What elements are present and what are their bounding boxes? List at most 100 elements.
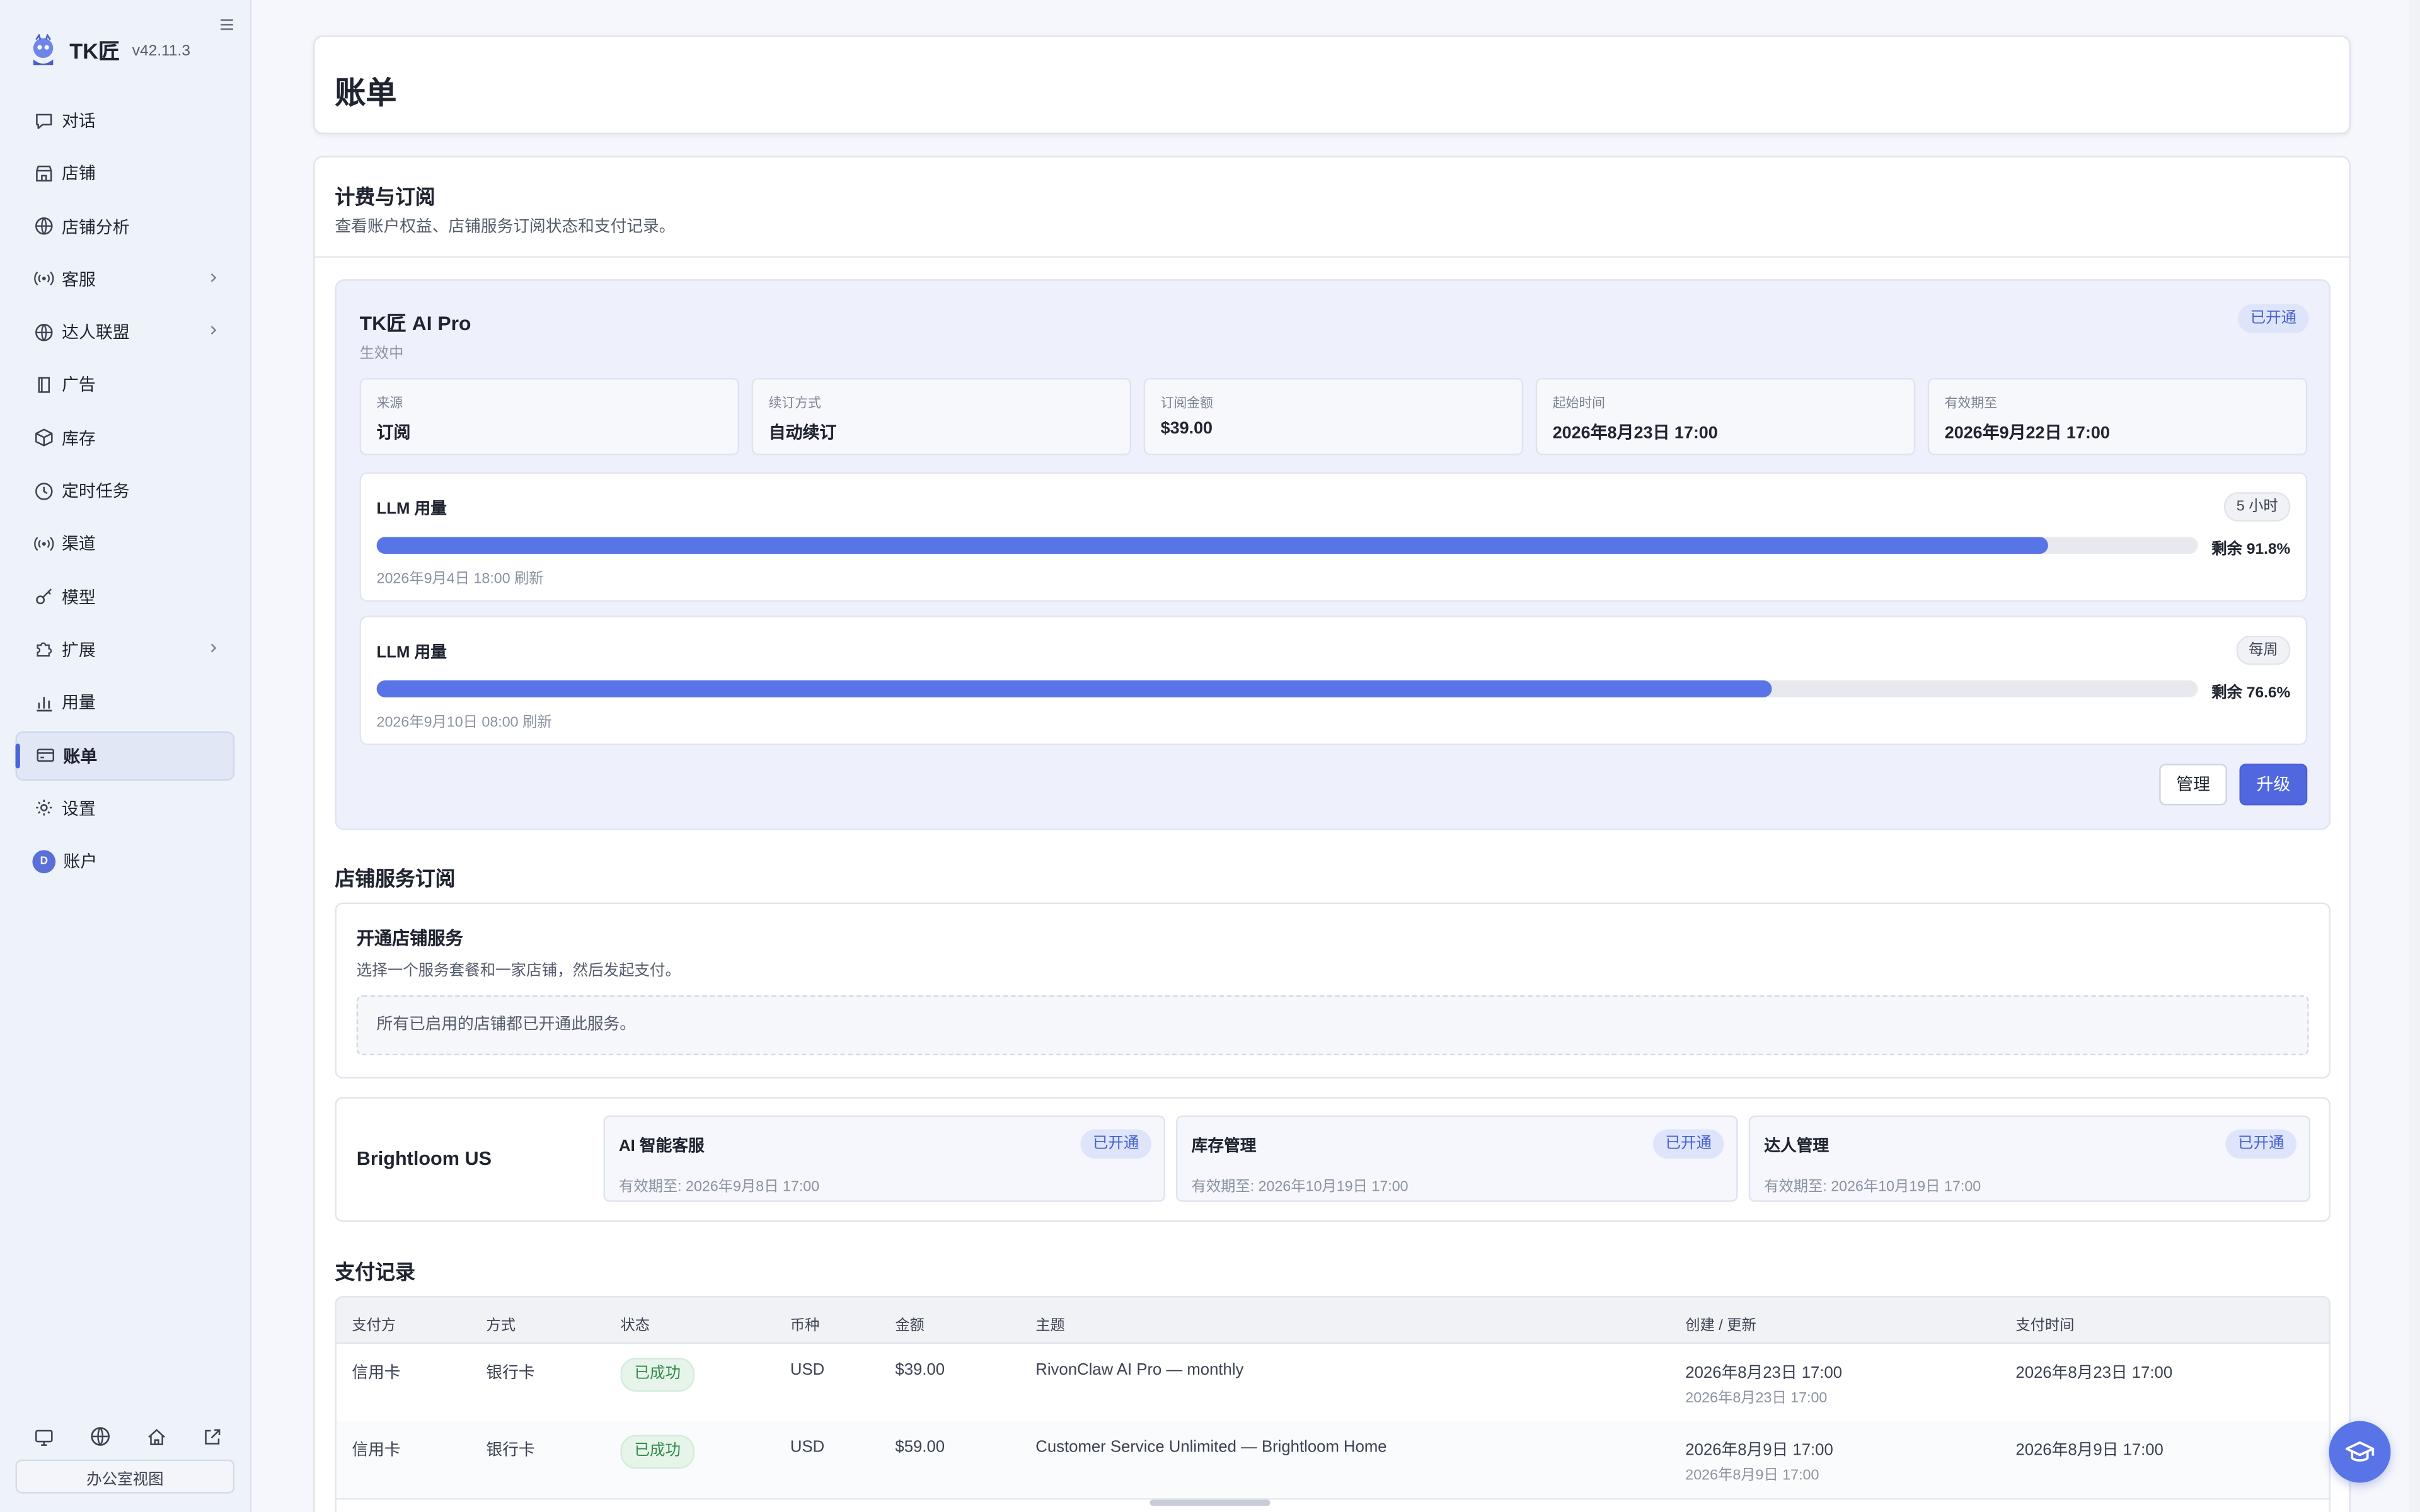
sidebar-item-account[interactable]: D 账户	[15, 837, 234, 886]
cell-subject: Customer Service Unlimited — Brightloom …	[1035, 1438, 1387, 1457]
page-title-card: 账单	[313, 35, 2351, 135]
store-name: Brightloom US	[356, 1148, 492, 1170]
home-icon[interactable]	[144, 1424, 169, 1448]
sidebar-footer-icons	[31, 1424, 226, 1448]
sidebar-item-label: 扩展	[61, 641, 96, 661]
horizontal-scrollbar[interactable]	[1150, 1499, 1270, 1506]
info-value: 2026年9月22日 17:00	[1944, 424, 2110, 443]
store-row: Brightloom US AI 智能客服 已开通 有效期至: 2026年9月8…	[335, 1097, 2331, 1222]
table-row[interactable]: 信用卡 银行卡 已成功 USD $39.00 RivonClaw AI Pro …	[336, 1344, 2329, 1423]
clock-icon	[32, 480, 54, 501]
table-row[interactable]: 信用卡 银行卡 已成功 USD $59.00 Customer Service …	[336, 1421, 2329, 1500]
info-value: 自动续订	[768, 424, 837, 443]
usage-progress-track	[376, 537, 2198, 554]
info-value: 2026年8月23日 17:00	[1552, 424, 1718, 443]
info-label: 订阅金额	[1160, 394, 1213, 411]
sidebar-item-customer-service[interactable]: 客服	[15, 255, 234, 304]
book-icon	[32, 374, 54, 396]
usage-remaining: 剩余 91.8%	[2211, 541, 2291, 559]
sidebar-item-label: 店铺	[61, 165, 96, 185]
sidebar-item-store[interactable]: 店铺	[15, 149, 234, 198]
service-name: 达人管理	[1764, 1137, 1829, 1156]
sidebar-item-usage[interactable]: 用量	[15, 678, 234, 727]
info-box-renewal: 续订方式 自动续订	[751, 378, 1132, 455]
usage-title: LLM 用量	[376, 500, 447, 518]
office-view-button[interactable]: 办公室视图	[15, 1459, 235, 1494]
sidebar-item-label: 客服	[61, 271, 96, 290]
cell-created: 2026年8月23日 17:00	[1685, 1363, 1843, 1383]
billing-heading: 计费与订阅	[335, 185, 435, 209]
gear-icon	[32, 798, 54, 819]
usage-window-tag: 每周	[2236, 635, 2291, 665]
upgrade-button[interactable]: 升级	[2239, 764, 2308, 806]
info-box-source: 来源 订阅	[359, 378, 740, 455]
column-header: 主题	[1035, 1317, 1065, 1335]
sidebar-item-affiliate[interactable]: 达人联盟	[15, 307, 234, 357]
status-badge: 已开通	[1652, 1129, 1724, 1159]
credit-card-icon	[34, 745, 55, 766]
cell-currency: USD	[790, 1438, 825, 1457]
sidebar-item-models[interactable]: 模型	[15, 572, 234, 621]
column-header: 状态	[620, 1317, 650, 1335]
open-service-description: 选择一个服务套餐和一家店铺，然后发起支付。	[356, 963, 681, 980]
cell-amount: $59.00	[895, 1438, 945, 1457]
column-header: 创建 / 更新	[1685, 1317, 1756, 1335]
chevron-right-icon	[210, 643, 217, 653]
status-badge: 已成功	[620, 1358, 695, 1392]
usage-panel-5h: LLM 用量 5 小时 剩余 91.8% 2026年9月4日 18:00 刷新	[359, 472, 2308, 602]
logo-icon	[33, 33, 54, 66]
sidebar-item-inventory[interactable]: 库存	[15, 413, 234, 462]
plan-name: TK匠 AI Pro	[359, 311, 471, 335]
sidebar-item-label: 渠道	[61, 536, 96, 555]
sidebar-item-channels[interactable]: 渠道	[15, 519, 234, 568]
help-button[interactable]	[2329, 1421, 2391, 1483]
table-header: 支付方 方式 状态 币种 金额 主题 创建 / 更新 支付时间	[336, 1297, 2329, 1344]
service-card: AI 智能客服 已开通 有效期至: 2026年9月8日 17:00	[603, 1115, 1165, 1202]
usage-title: LLM 用量	[376, 643, 447, 662]
cell-payer: 信用卡	[352, 1363, 401, 1383]
column-header: 金额	[895, 1317, 925, 1335]
sidebar-item-settings[interactable]: 设置	[15, 784, 234, 833]
service-name: 库存管理	[1191, 1137, 1257, 1156]
cell-created: 2026年8月9日 17:00	[1685, 1441, 1833, 1460]
puzzle-icon	[32, 639, 54, 660]
globe-icon[interactable]	[88, 1424, 112, 1448]
service-card: 达人管理 已开通 有效期至: 2026年10月19日 17:00	[1748, 1115, 2311, 1202]
chevron-right-icon	[210, 273, 217, 282]
sidebar-nav: 对话 店铺 店铺分析 客服 达人联盟 广告 库存 定时任务 渠道 模型 扩展 用…	[15, 96, 235, 890]
service-expiry: 有效期至: 2026年9月8日 17:00	[619, 1179, 820, 1196]
monitor-icon[interactable]	[31, 1424, 55, 1448]
bar-chart-icon	[32, 692, 54, 713]
sidebar-item-label: 设置	[61, 800, 96, 820]
sidebar-item-billing[interactable]: 账单	[15, 730, 235, 781]
sidebar-item-extensions[interactable]: 扩展	[15, 625, 234, 674]
column-header: 币种	[790, 1317, 820, 1335]
external-link-icon[interactable]	[200, 1424, 225, 1448]
info-label: 续订方式	[768, 394, 821, 411]
column-header: 支付时间	[2015, 1317, 2075, 1335]
menu-collapse-icon[interactable]	[217, 15, 236, 33]
column-header: 支付方	[352, 1317, 396, 1335]
vertical-scrollbar[interactable]	[2409, 0, 2420, 1512]
cell-updated: 2026年8月23日 17:00	[1685, 1390, 1828, 1407]
status-badge: 已开通	[2238, 304, 2309, 333]
page-title: 账单	[335, 77, 397, 112]
sidebar-item-scheduled-tasks[interactable]: 定时任务	[15, 466, 234, 515]
sidebar-item-chat[interactable]: 对话	[15, 96, 234, 145]
cell-updated: 2026年8月9日 17:00	[1685, 1467, 1819, 1484]
payments-table: 支付方 方式 状态 币种 金额 主题 创建 / 更新 支付时间 信用卡 银行卡 …	[335, 1296, 2331, 1512]
info-box-expiry: 有效期至 2026年9月22日 17:00	[1927, 378, 2308, 455]
sidebar-item-ads[interactable]: 广告	[15, 360, 234, 410]
info-label: 起始时间	[1552, 394, 1605, 411]
chevron-right-icon	[210, 326, 217, 335]
info-label: 有效期至	[1944, 394, 1998, 411]
cell-currency: USD	[790, 1361, 825, 1380]
sidebar-item-label: 用量	[61, 694, 96, 714]
usage-reset-time: 2026年9月10日 08:00 刷新	[376, 714, 552, 731]
store-services-heading: 店铺服务订阅	[335, 867, 456, 891]
sidebar-item-store-analytics[interactable]: 店铺分析	[15, 202, 234, 251]
brand: TK匠 v42.11.3	[26, 33, 190, 68]
sidebar-item-label: 定时任务	[61, 483, 130, 502]
app-version: v42.11.3	[132, 42, 190, 60]
manage-button[interactable]: 管理	[2159, 764, 2227, 806]
